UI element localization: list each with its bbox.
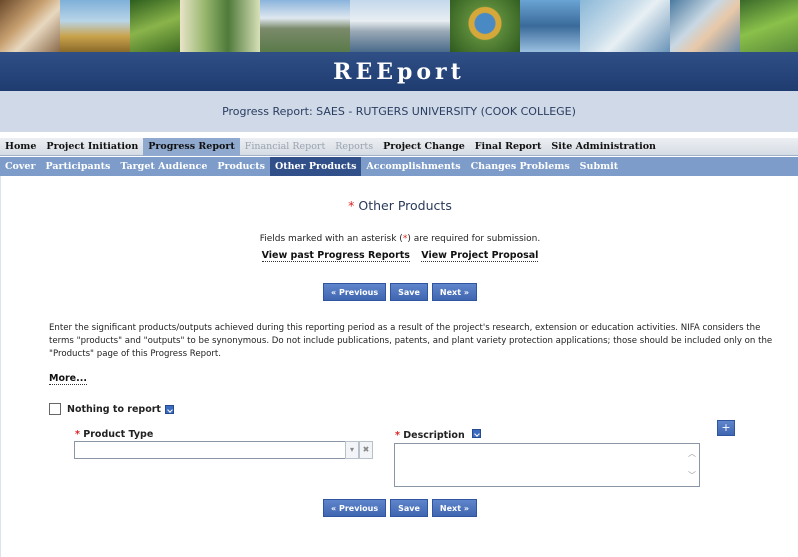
bottom-button-row: « Previous Save Next »: [1, 499, 798, 517]
sub-nav-cover[interactable]: Cover: [0, 157, 40, 176]
banner-photo-tractor: [60, 0, 130, 52]
banner-photo-scientist: [0, 0, 60, 52]
banner-photo-trees: [260, 0, 350, 52]
nothing-to-report-row: Nothing to report: [49, 403, 174, 415]
sub-nav-target-audience[interactable]: Target Audience: [115, 157, 212, 176]
main-nav-progress-report[interactable]: Progress Report: [143, 137, 240, 156]
main-nav-financial-report: Financial Report: [244, 140, 326, 152]
required-marker: *: [348, 198, 355, 213]
product-type-combobox[interactable]: [74, 441, 347, 459]
main-nav-project-initiation[interactable]: Project Initiation: [41, 138, 143, 156]
next-button-bottom[interactable]: Next »: [431, 499, 477, 517]
sub-nav-products[interactable]: Products: [212, 157, 270, 176]
banner-photo-mountains: [350, 0, 450, 52]
description-scrollbar[interactable]: ︿ ﹀: [685, 444, 699, 486]
save-button-top[interactable]: Save: [390, 283, 428, 301]
sub-nav-submit[interactable]: Submit: [575, 157, 623, 176]
view-past-reports-link[interactable]: View past Progress Reports: [261, 250, 410, 262]
instructions-text: Enter the significant products/outputs a…: [49, 323, 773, 359]
required-note-after: ) are required for submission.: [407, 234, 541, 244]
title-bar: REEport: [0, 52, 798, 91]
banner-photo-dolphin: [580, 0, 670, 52]
sub-nav-changes-problems[interactable]: Changes Problems: [466, 157, 575, 176]
chevron-down-icon[interactable]: ▾: [345, 441, 359, 459]
banner-photo-forest: [130, 0, 180, 52]
description-label-row: * Description: [395, 429, 482, 441]
nothing-to-report-label: Nothing to report: [67, 403, 161, 415]
main-nav-project-change[interactable]: Project Change: [378, 138, 470, 156]
sub-nav-participants[interactable]: Participants: [40, 157, 115, 176]
banner-photo-microscope: [670, 0, 740, 52]
main-nav: Home Project Initiation Progress Report …: [0, 137, 798, 156]
sub-nav: Cover Participants Target Audience Produ…: [0, 157, 798, 176]
banner-photo-bird: [450, 0, 520, 52]
report-subtitle-band: Progress Report: SAES - RUTGERS UNIVERSI…: [0, 91, 798, 132]
report-links: View past Progress Reports View Project …: [1, 250, 798, 262]
next-button-top[interactable]: Next »: [431, 283, 477, 301]
sub-nav-other-products[interactable]: Other Products: [269, 157, 362, 176]
page-title: * Other Products: [1, 198, 798, 213]
banner-photo-field: [180, 0, 260, 52]
required-note-before: Fields marked with an asterisk (: [259, 234, 403, 244]
banner-photo-water: [520, 0, 580, 52]
save-button-bottom[interactable]: Save: [390, 499, 428, 517]
app-brand: REEport: [333, 58, 465, 85]
product-type-combobox-buttons: ▾ ✖: [345, 441, 373, 459]
product-type-label: Product Type: [83, 429, 154, 440]
description-label: Description: [403, 430, 465, 441]
required-fields-note: Fields marked with an asterisk (*) are r…: [1, 234, 798, 244]
banner-photo-crops: [740, 0, 798, 52]
product-type-label-row: * Product Type: [75, 429, 153, 440]
main-nav-home[interactable]: Home: [0, 138, 41, 156]
main-nav-reports: Reports: [335, 140, 374, 152]
previous-button-bottom[interactable]: « Previous: [323, 499, 387, 517]
top-button-row: « Previous Save Next »: [1, 283, 798, 301]
description-textarea[interactable]: ︿ ﹀: [394, 443, 700, 487]
description-required-marker: *: [395, 430, 400, 441]
header-banner-images: [0, 0, 798, 52]
help-icon[interactable]: [164, 404, 174, 414]
more-link[interactable]: More...: [49, 373, 87, 385]
main-content: * Other Products Fields marked with an a…: [0, 176, 798, 557]
scroll-up-icon[interactable]: ︿: [688, 448, 696, 459]
add-product-button[interactable]: +: [717, 420, 735, 436]
scroll-down-icon[interactable]: ﹀: [688, 470, 696, 481]
description-help-icon[interactable]: [472, 429, 482, 438]
report-subtitle: Progress Report: SAES - RUTGERS UNIVERSI…: [222, 105, 576, 118]
nothing-to-report-checkbox[interactable]: [49, 403, 61, 415]
page-title-text: Other Products: [358, 198, 452, 213]
clear-icon[interactable]: ✖: [359, 441, 373, 459]
sub-nav-accomplishments[interactable]: Accomplishments: [361, 157, 465, 176]
view-project-proposal-link[interactable]: View Project Proposal: [421, 250, 539, 262]
main-nav-site-administration[interactable]: Site Administration: [546, 138, 661, 156]
previous-button-top[interactable]: « Previous: [323, 283, 387, 301]
main-nav-final-report[interactable]: Final Report: [470, 138, 547, 156]
product-type-required-marker: *: [75, 429, 80, 440]
